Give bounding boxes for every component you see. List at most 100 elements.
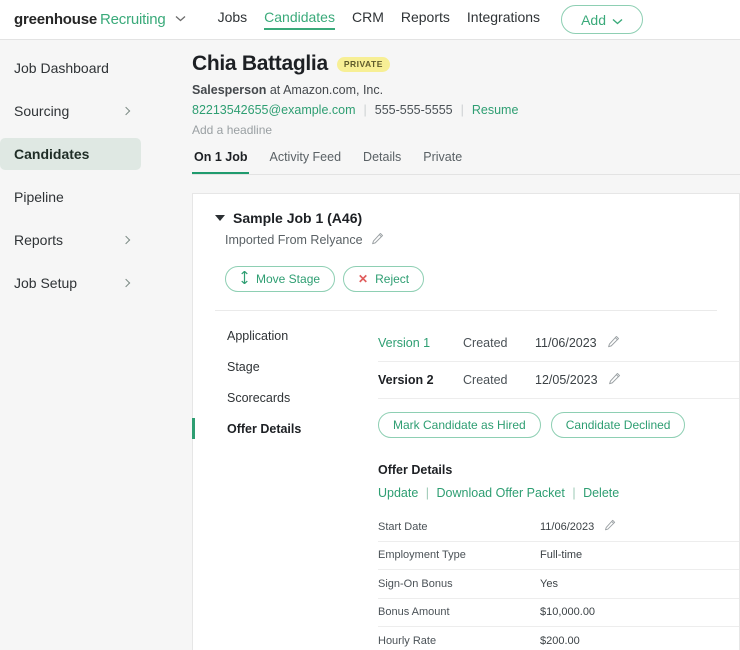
version-2-date: 12/05/2023 xyxy=(535,373,598,387)
candidate-job-title-line: Salesperson at Amazon.com, Inc. xyxy=(192,83,740,97)
sidebar-item-label: Job Setup xyxy=(14,275,78,291)
triangle-down-icon[interactable] xyxy=(215,215,225,221)
reject-button[interactable]: ✕ Reject xyxy=(343,266,425,292)
candidate-email-link[interactable]: 82213542655@example.com xyxy=(192,103,356,117)
sidebar-item-label: Pipeline xyxy=(14,189,64,205)
reject-label: Reject xyxy=(375,272,410,286)
sidebar-item-pipeline[interactable]: Pipeline xyxy=(0,181,141,213)
move-stage-label: Move Stage xyxy=(256,272,321,286)
field-label: Bonus Amount xyxy=(378,606,450,619)
table-row: Hourly Rate $200.00 xyxy=(378,627,739,650)
candidate-contact-row: 82213542655@example.com | 555-555-5555 |… xyxy=(192,103,740,117)
offer-details-pane: Version 1 Created 11/06/2023 Version 2 C… xyxy=(378,325,739,650)
nav-link-integrations[interactable]: Integrations xyxy=(467,9,540,30)
x-mark-icon: ✕ xyxy=(358,272,369,286)
field-value-cell: 11/06/2023 xyxy=(540,519,616,534)
table-row: Bonus Amount $10,000.00 xyxy=(378,599,739,627)
field-value: $200.00 xyxy=(540,634,580,647)
sidebar-item-reports[interactable]: Reports xyxy=(0,224,141,256)
chevron-down-icon[interactable] xyxy=(175,14,186,25)
field-label: Hourly Rate xyxy=(378,634,437,647)
job-card: Sample Job 1 (A46) Imported From Relyanc… xyxy=(192,193,740,650)
update-link[interactable]: Update xyxy=(378,486,418,500)
sidebar-item-job-dashboard[interactable]: Job Dashboard xyxy=(0,52,141,84)
pencil-icon[interactable] xyxy=(604,519,616,534)
add-button[interactable]: Add xyxy=(561,5,644,34)
version-1-state: Created xyxy=(463,336,508,350)
nav-link-jobs[interactable]: Jobs xyxy=(218,9,248,30)
tab-details[interactable]: Details xyxy=(361,150,403,174)
tab-private[interactable]: Private xyxy=(421,150,464,174)
tab-activity-feed[interactable]: Activity Feed xyxy=(267,150,343,174)
download-offer-packet-link[interactable]: Download Offer Packet xyxy=(437,486,565,500)
subnav-item-label: Stage xyxy=(227,359,260,374)
job-title-row: Sample Job 1 (A46) xyxy=(193,210,739,226)
field-value: Full-time xyxy=(540,549,583,562)
nav-link-crm[interactable]: CRM xyxy=(352,9,384,30)
field-value: Yes xyxy=(540,577,558,590)
pencil-icon[interactable] xyxy=(608,372,621,388)
table-row: Employment Type Full-time xyxy=(378,542,739,570)
pencil-icon[interactable] xyxy=(371,232,384,248)
candidate-phone: 555-555-5555 xyxy=(374,103,453,117)
main-content: Chia Battaglia PRIVATE Salesperson at Am… xyxy=(184,40,740,650)
sidebar-item-job-setup[interactable]: Job Setup xyxy=(0,267,141,299)
job-source-label: Imported From Relyance xyxy=(225,233,363,247)
candidate-company: Amazon.com, Inc. xyxy=(283,83,384,97)
subnav-item-scorecards[interactable]: Scorecards xyxy=(192,387,378,408)
subnav-item-offer-details[interactable]: Offer Details xyxy=(192,418,378,439)
page-shell: Job Dashboard Sourcing Candidates Pipeli… xyxy=(0,40,740,650)
chevron-down-icon xyxy=(612,12,623,28)
version-1-date: 11/06/2023 xyxy=(535,336,597,350)
subnav-item-stage[interactable]: Stage xyxy=(192,356,378,377)
delete-link[interactable]: Delete xyxy=(583,486,619,500)
candidate-header: Chia Battaglia PRIVATE Salesperson at Am… xyxy=(184,40,740,137)
sidebar-item-candidates[interactable]: Candidates xyxy=(0,138,141,170)
mark-candidate-as-hired-button[interactable]: Mark Candidate as Hired xyxy=(378,412,541,438)
nav-link-reports[interactable]: Reports xyxy=(401,9,450,30)
version-2-name[interactable]: Version 2 xyxy=(378,373,463,387)
table-row: Sign-On Bonus Yes xyxy=(378,570,739,599)
resume-link[interactable]: Resume xyxy=(472,103,519,117)
add-headline-field[interactable]: Add a headline xyxy=(192,123,740,137)
job-subnav: Application Stage Scorecards Offer Detai… xyxy=(192,325,378,650)
offer-details-heading: Offer Details xyxy=(378,463,453,477)
job-action-buttons: Move Stage ✕ Reject xyxy=(193,266,739,292)
divider: | xyxy=(460,103,464,117)
version-2-date-cell: 12/05/2023 xyxy=(535,372,621,388)
offer-fields-table: Start Date 11/06/2023 Employment Type Fu… xyxy=(378,513,739,650)
job-body: Application Stage Scorecards Offer Detai… xyxy=(192,311,739,650)
move-stage-button[interactable]: Move Stage xyxy=(225,266,336,292)
at-word: at xyxy=(269,83,281,97)
add-button-label: Add xyxy=(581,11,607,28)
offer-action-links: Update | Download Offer Packet | Delete xyxy=(378,486,739,500)
version-1-link[interactable]: Version 1 xyxy=(378,336,463,350)
subnav-item-label: Scorecards xyxy=(227,390,291,405)
sidebar-item-label: Job Dashboard xyxy=(14,60,109,76)
field-value: $10,000.00 xyxy=(540,606,596,619)
table-row: Version 2 Created 12/05/2023 xyxy=(378,362,739,399)
divider: | xyxy=(425,486,430,500)
sidebar-item-label: Candidates xyxy=(14,146,90,162)
table-row: Version 1 Created 11/06/2023 xyxy=(378,325,739,362)
tab-on-1-job[interactable]: On 1 Job xyxy=(192,150,250,174)
field-label: Start Date xyxy=(378,520,428,533)
table-row: Start Date 11/06/2023 xyxy=(378,513,739,542)
app-logo[interactable]: greenhouse Recruiting xyxy=(14,11,186,28)
logo-greenhouse-text: greenhouse xyxy=(14,11,98,28)
candidate-declined-button[interactable]: Candidate Declined xyxy=(550,412,686,438)
divider: | xyxy=(572,486,576,500)
pencil-icon[interactable] xyxy=(607,335,620,351)
nav-link-candidates[interactable]: Candidates xyxy=(264,9,335,30)
chevron-right-icon xyxy=(121,278,131,288)
status-badge: PRIVATE xyxy=(336,56,390,72)
field-value: 11/06/2023 xyxy=(540,520,595,533)
sidebar-item-sourcing[interactable]: Sourcing xyxy=(0,95,141,127)
page-title: Chia Battaglia xyxy=(192,52,328,75)
left-sidebar: Job Dashboard Sourcing Candidates Pipeli… xyxy=(0,40,184,650)
candidate-role: Salesperson xyxy=(192,83,267,97)
top-navigation-bar: greenhouse Recruiting Jobs Candidates CR… xyxy=(0,0,740,40)
chevron-right-icon xyxy=(121,235,131,245)
subnav-item-label: Application xyxy=(227,328,289,343)
subnav-item-application[interactable]: Application xyxy=(192,325,378,346)
